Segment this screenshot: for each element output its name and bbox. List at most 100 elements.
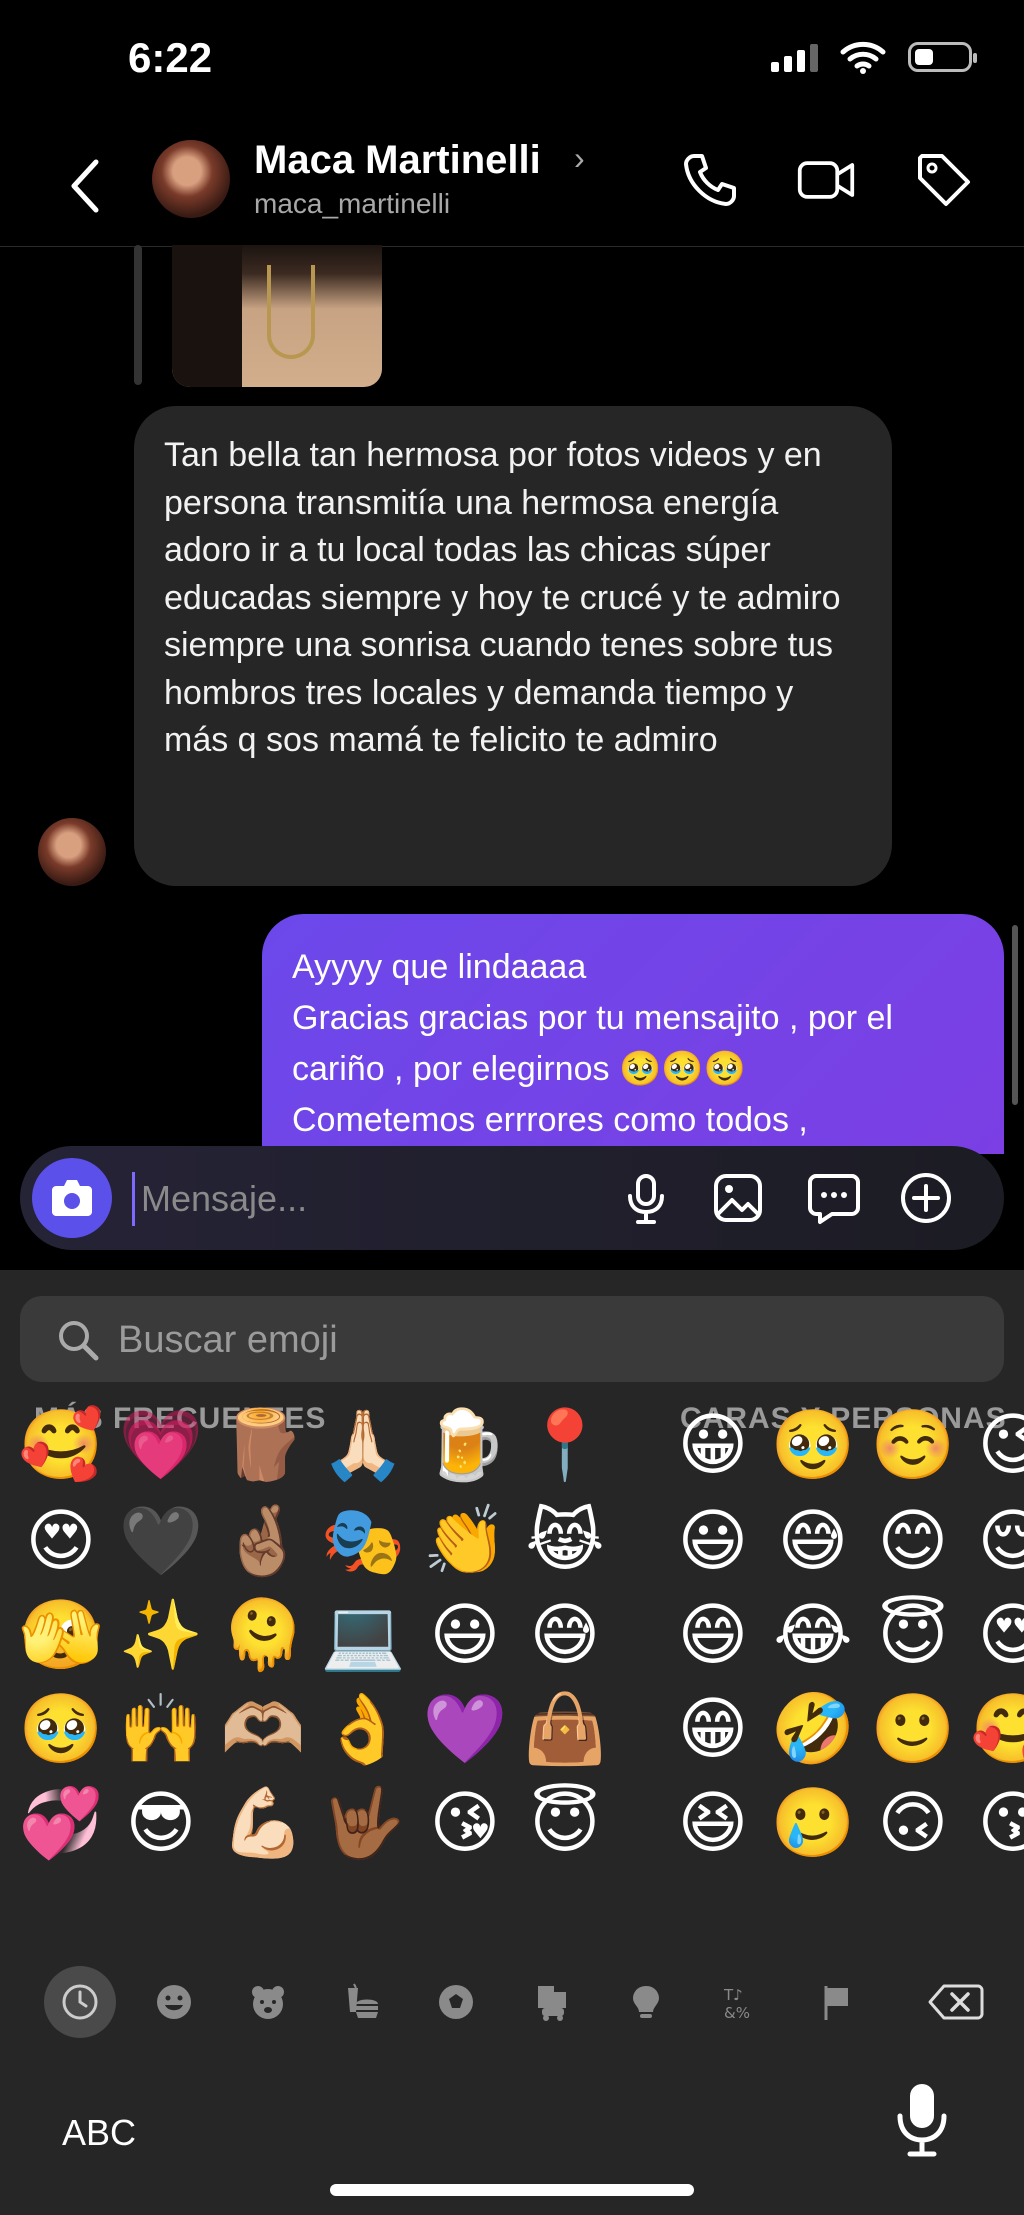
emoji-key[interactable]: 💗 bbox=[116, 1401, 206, 1491]
symbols-icon: T♪ &% bbox=[723, 1986, 750, 2022]
emoji-key[interactable]: 😃 bbox=[420, 1591, 510, 1681]
outgoing-message-line: Cometemos errrores como todos , bbox=[292, 1101, 808, 1139]
shared-photo[interactable] bbox=[172, 245, 382, 387]
emoji-key[interactable]: 🫶🏼 bbox=[218, 1685, 308, 1775]
emoji-key[interactable]: 🫣 bbox=[16, 1591, 106, 1681]
emoji-key[interactable]: 🥲 bbox=[768, 1779, 858, 1869]
emoji-search-bar[interactable] bbox=[20, 1296, 1004, 1382]
emoji-key[interactable]: 😍 bbox=[16, 1497, 106, 1587]
emoji-key[interactable]: 😗 bbox=[968, 1779, 1024, 1869]
emoji-key[interactable]: 🤣 bbox=[768, 1685, 858, 1775]
tag-icon[interactable] bbox=[914, 150, 974, 210]
emoji-key[interactable]: 😹 bbox=[520, 1497, 610, 1587]
status-icons bbox=[771, 40, 977, 74]
contact-handle[interactable]: maca_martinelli bbox=[254, 188, 450, 220]
emoji-key[interactable]: 🙌 bbox=[116, 1685, 206, 1775]
emoji-key[interactable]: 🎭 bbox=[318, 1497, 408, 1587]
tab-objects[interactable] bbox=[614, 1970, 678, 2034]
emoji-key[interactable]: 😁 bbox=[668, 1685, 758, 1775]
video-call-icon[interactable] bbox=[796, 150, 856, 210]
abc-keyboard-toggle[interactable]: ABC bbox=[62, 2112, 136, 2154]
emoji-key[interactable]: 📍 bbox=[520, 1401, 610, 1491]
emoji-key[interactable]: 😂 bbox=[768, 1591, 858, 1681]
emoji-key[interactable]: ✨ bbox=[116, 1591, 206, 1681]
sticker-chat-icon[interactable] bbox=[806, 1170, 862, 1226]
emoji-key[interactable]: 😍 bbox=[968, 1591, 1024, 1681]
emoji-key[interactable]: 👏 bbox=[420, 1497, 510, 1587]
dictation-microphone-icon[interactable] bbox=[896, 2082, 948, 2158]
emoji-key[interactable]: 💪🏻 bbox=[218, 1779, 308, 1869]
sender-avatar[interactable] bbox=[38, 818, 106, 886]
tab-flags[interactable] bbox=[804, 1970, 868, 2034]
contact-avatar[interactable] bbox=[152, 140, 230, 218]
camera-button[interactable] bbox=[32, 1158, 112, 1238]
emoji-key[interactable]: 😊 bbox=[868, 1497, 958, 1587]
add-plus-icon[interactable] bbox=[898, 1170, 954, 1226]
outgoing-message-line: Gracias gracias por tu mensajito , por e… bbox=[292, 999, 893, 1088]
backspace-icon bbox=[928, 1984, 984, 2020]
emoji-key[interactable]: 👜 bbox=[520, 1685, 610, 1775]
emoji-key[interactable]: 💞 bbox=[16, 1779, 106, 1869]
tab-food[interactable] bbox=[330, 1970, 394, 2034]
emoji-key[interactable]: 🥰 bbox=[16, 1401, 106, 1491]
emoji-key[interactable]: 😇 bbox=[868, 1591, 958, 1681]
emoji-key[interactable]: 😇 bbox=[520, 1779, 610, 1869]
emoji-key[interactable]: 🖤 bbox=[116, 1497, 206, 1587]
gallery-icon[interactable] bbox=[710, 1170, 766, 1226]
emoji-key[interactable]: 🥰 bbox=[968, 1685, 1024, 1775]
home-indicator[interactable] bbox=[330, 2184, 694, 2196]
back-arrow-icon[interactable] bbox=[66, 156, 106, 216]
flag-icon bbox=[824, 1986, 848, 2020]
microphone-icon[interactable] bbox=[618, 1170, 674, 1226]
emoji-key[interactable]: 😃 bbox=[668, 1497, 758, 1587]
camera-icon bbox=[52, 1180, 92, 1216]
emoji-key[interactable]: 😌 bbox=[968, 1497, 1024, 1587]
tab-travel[interactable] bbox=[520, 1970, 584, 2034]
tab-animals[interactable] bbox=[236, 1970, 300, 2034]
emoji-key[interactable]: 🙂 bbox=[868, 1685, 958, 1775]
outgoing-message-line: Ayyyy que lindaaaa bbox=[292, 948, 587, 986]
bear-icon bbox=[252, 1986, 284, 2019]
delete-backspace-button[interactable] bbox=[924, 1970, 988, 2034]
incoming-message-bubble[interactable]: Tan bella tan hermosa por fotos videos y… bbox=[134, 406, 892, 886]
emoji-key[interactable]: 😀 bbox=[668, 1401, 758, 1491]
tab-activity[interactable] bbox=[424, 1970, 488, 2034]
emoji-key[interactable]: 🪵 bbox=[218, 1401, 308, 1491]
emoji-key[interactable]: ☺️ bbox=[868, 1401, 958, 1491]
emoji-search-input[interactable] bbox=[116, 1312, 720, 1368]
outgoing-message-bubble[interactable]: Ayyyy que lindaaaa Gracias gracias por t… bbox=[262, 914, 1004, 1154]
emoji-key[interactable]: 😉 bbox=[968, 1401, 1024, 1491]
emoji-key[interactable]: 😎 bbox=[116, 1779, 206, 1869]
status-time: 6:22 bbox=[128, 34, 213, 81]
svg-text:&%: &% bbox=[724, 2004, 750, 2022]
tab-smileys[interactable] bbox=[142, 1970, 206, 2034]
message-input[interactable] bbox=[132, 1172, 623, 1226]
emoji-key[interactable]: 😆 bbox=[668, 1779, 758, 1869]
tab-symbols[interactable]: T♪ &% bbox=[708, 1970, 772, 2034]
emoji-key[interactable]: 🥹 bbox=[768, 1401, 858, 1491]
contact-name[interactable]: Maca Martinelli bbox=[254, 138, 541, 183]
emoji-key[interactable]: 🙏🏻 bbox=[318, 1401, 408, 1491]
chevron-right-icon[interactable]: › bbox=[574, 140, 585, 177]
emoji-key[interactable]: 😅 bbox=[520, 1591, 610, 1681]
emoji-key[interactable]: 🥹 bbox=[16, 1685, 106, 1775]
emoji-key[interactable]: 👌 bbox=[318, 1685, 408, 1775]
search-icon bbox=[59, 1321, 99, 1361]
chat-scrollbar[interactable] bbox=[1012, 925, 1018, 1105]
emoji-keyboard: MÁS FRECUENTES CARAS Y PERSONAS 🥰💗🪵🙏🏻🍺📍😍… bbox=[0, 1270, 1024, 2215]
tab-recent[interactable] bbox=[44, 1966, 116, 2038]
emoji-key[interactable]: 🍺 bbox=[420, 1401, 510, 1491]
emoji-key[interactable]: 🫠 bbox=[218, 1591, 308, 1681]
emoji-key[interactable]: 🙃 bbox=[868, 1779, 958, 1869]
svg-text:T♪: T♪ bbox=[723, 1986, 743, 2004]
emoji-key[interactable]: 😘 bbox=[420, 1779, 510, 1869]
emoji-key[interactable]: 🤞🏽 bbox=[218, 1497, 308, 1587]
soccer-ball-icon bbox=[439, 1985, 473, 2019]
emoji-key[interactable]: 😅 bbox=[768, 1497, 858, 1587]
chat-header: Maca Martinelli › maca_martinelli bbox=[0, 120, 1024, 247]
emoji-key[interactable]: 💻 bbox=[318, 1591, 408, 1681]
emoji-key[interactable]: 😄 bbox=[668, 1591, 758, 1681]
emoji-key[interactable]: 🤟🏾 bbox=[318, 1779, 408, 1869]
emoji-key[interactable]: 💜 bbox=[420, 1685, 510, 1775]
phone-call-icon[interactable] bbox=[680, 150, 740, 210]
